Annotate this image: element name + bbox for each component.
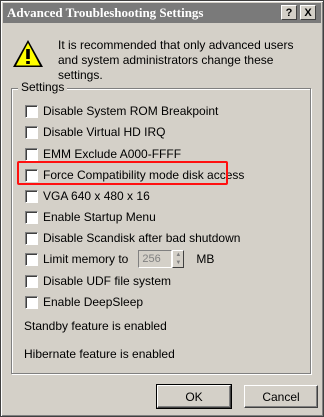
option-disable-system-rom-breakpoint[interactable]: Disable System ROM Breakpoint bbox=[25, 103, 218, 119]
option-label: Enable Startup Menu bbox=[43, 210, 156, 224]
option-disable-scandisk[interactable]: Disable Scandisk after bad shutdown bbox=[25, 230, 240, 246]
checkbox[interactable] bbox=[25, 125, 38, 139]
checkbox[interactable] bbox=[25, 147, 38, 161]
intro-text: It is recommended that only advanced use… bbox=[58, 38, 294, 82]
help-button[interactable]: ? bbox=[281, 5, 297, 20]
highlight-box bbox=[17, 161, 228, 185]
option-label: VGA 640 x 480 x 16 bbox=[43, 189, 150, 203]
option-disable-virtual-hd-irq[interactable]: Disable Virtual HD IRQ bbox=[25, 124, 165, 140]
option-limit-memory[interactable]: Limit memory to 256 ▲ ▼ MB bbox=[25, 250, 215, 268]
option-label: Disable Scandisk after bad shutdown bbox=[43, 231, 241, 245]
option-label: Limit memory to bbox=[43, 252, 129, 266]
checkbox[interactable] bbox=[25, 252, 38, 266]
memory-spinner[interactable]: ▲ ▼ bbox=[172, 250, 185, 268]
title-bar[interactable]: Advanced Troubleshooting Settings ? X bbox=[3, 3, 321, 23]
option-label: Disable System ROM Breakpoint bbox=[43, 104, 219, 118]
checkbox[interactable] bbox=[25, 231, 38, 245]
option-label: EMM Exclude A000-FFFF bbox=[43, 147, 182, 161]
option-label: Disable UDF file system bbox=[43, 274, 172, 288]
option-label: Disable Virtual HD IRQ bbox=[43, 125, 166, 139]
spin-down-icon[interactable]: ▼ bbox=[175, 260, 181, 266]
standby-status: Standby feature is enabled bbox=[24, 319, 167, 333]
warning-icon bbox=[13, 40, 43, 67]
memory-limit-input[interactable]: 256 bbox=[138, 250, 173, 268]
window-title: Advanced Troubleshooting Settings bbox=[7, 5, 204, 20]
hibernate-status: Hibernate feature is enabled bbox=[24, 347, 175, 361]
cancel-button[interactable]: Cancel bbox=[244, 385, 318, 408]
checkbox[interactable] bbox=[25, 295, 38, 309]
option-emm-exclude[interactable]: EMM Exclude A000-FFFF bbox=[25, 146, 181, 162]
close-button[interactable]: X bbox=[300, 5, 316, 20]
settings-group-label: Settings bbox=[18, 80, 68, 94]
option-enable-deepsleep[interactable]: Enable DeepSleep bbox=[25, 294, 143, 310]
ok-button[interactable]: OK bbox=[156, 384, 232, 409]
option-enable-startup-menu[interactable]: Enable Startup Menu bbox=[25, 209, 156, 225]
checkbox[interactable] bbox=[25, 189, 38, 203]
checkbox[interactable] bbox=[25, 104, 38, 118]
option-disable-udf[interactable]: Disable UDF file system bbox=[25, 273, 171, 289]
spin-up-icon[interactable]: ▲ bbox=[175, 252, 181, 258]
option-vga-640x480x16[interactable]: VGA 640 x 480 x 16 bbox=[25, 188, 150, 204]
checkbox[interactable] bbox=[25, 210, 38, 224]
memory-unit: MB bbox=[196, 252, 215, 266]
settings-dialog: Advanced Troubleshooting Settings ? X It… bbox=[0, 0, 324, 417]
option-label: Enable DeepSleep bbox=[43, 295, 144, 309]
checkbox[interactable] bbox=[25, 274, 38, 288]
